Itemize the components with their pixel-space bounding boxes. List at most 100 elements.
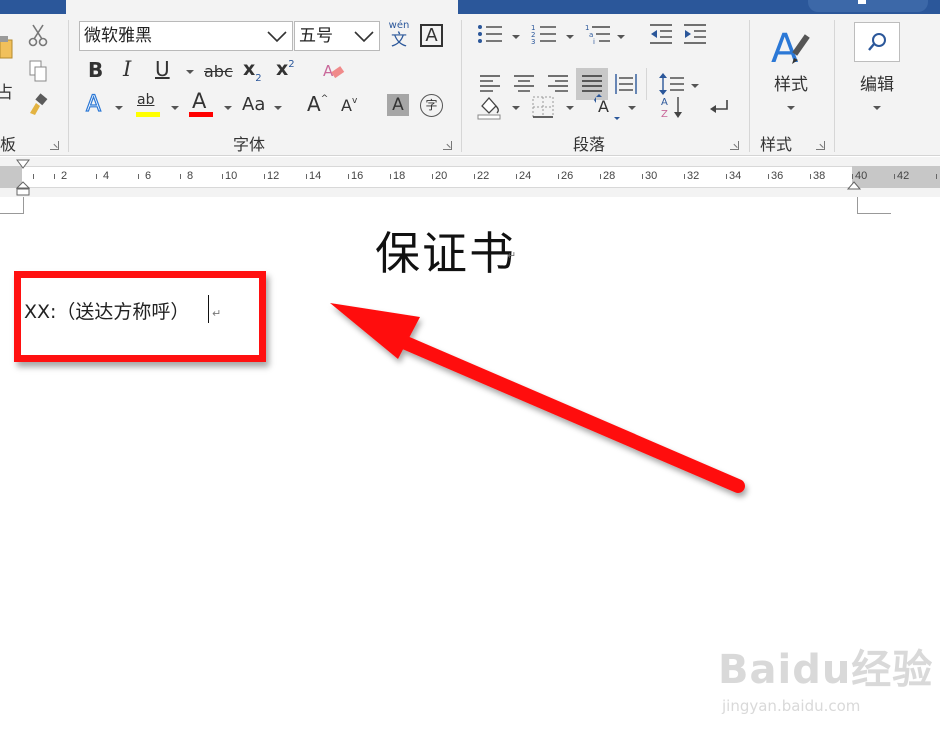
first-line-indent-marker[interactable]	[16, 159, 30, 171]
shading-icon[interactable]	[476, 94, 504, 120]
italic-button[interactable]: I	[123, 57, 131, 81]
ruler-tick	[600, 174, 601, 179]
chevron-down-icon[interactable]	[266, 27, 288, 45]
text-effects-button[interactable]: A	[85, 91, 101, 117]
font-color-button[interactable]: A	[189, 89, 215, 118]
change-case-button[interactable]: Aa	[242, 94, 265, 115]
search-icon	[854, 22, 900, 62]
sort-icon[interactable]: AZ	[660, 94, 686, 120]
distributed-icon[interactable]	[614, 72, 638, 96]
align-right-icon[interactable]	[546, 72, 570, 96]
paste-icon[interactable]	[0, 28, 14, 68]
group-separator	[646, 68, 647, 100]
superscript-x: x	[276, 58, 289, 80]
text-effects-dropdown[interactable]	[115, 106, 123, 110]
character-shading-button[interactable]: A	[387, 94, 409, 116]
change-case-dropdown[interactable]	[274, 106, 282, 110]
font-name-combo[interactable]: 微软雅黑	[79, 21, 293, 51]
ruler-number: 14	[309, 170, 322, 182]
clipboard-launcher[interactable]	[50, 141, 59, 150]
decrease-indent-icon[interactable]	[648, 22, 674, 46]
borders-dropdown[interactable]	[566, 106, 574, 110]
ruler-number: 18	[393, 170, 406, 182]
ruler-number: 38	[813, 170, 826, 182]
home-tab[interactable]	[66, 0, 458, 14]
bold-button[interactable]: B	[88, 58, 103, 82]
shading-dropdown[interactable]	[512, 106, 520, 110]
right-indent-marker[interactable]	[847, 181, 861, 191]
paragraph-launcher[interactable]	[730, 141, 739, 150]
enclose-character-button[interactable]: 字	[420, 94, 443, 117]
character-border-label: A	[425, 25, 438, 46]
increase-indent-icon[interactable]	[682, 22, 708, 46]
copy-icon[interactable]	[26, 58, 50, 84]
editing-button-label: 编辑	[860, 75, 894, 95]
format-painter-icon[interactable]	[26, 92, 50, 118]
numbering-dropdown[interactable]	[566, 35, 574, 39]
ruler-tick	[348, 174, 349, 179]
svg-text:i: i	[593, 38, 595, 46]
horizontal-ruler[interactable]: 2 4 6 8 10 12 14 16 18 20 22 24 26 28 30 32 34 36 38 40 42	[0, 157, 940, 197]
subscript-x: x	[243, 58, 256, 80]
editing-button[interactable]: 编辑	[850, 22, 904, 122]
ruler-number: 20	[435, 170, 448, 182]
styles-button[interactable]: A 样式	[764, 24, 818, 124]
ruler-tick	[138, 174, 139, 179]
ruler-number: 10	[225, 170, 238, 182]
phonetic-guide-button[interactable]: wén 文	[386, 20, 412, 54]
multilevel-list-icon[interactable]: 1ai	[584, 22, 612, 46]
editing-dropdown[interactable]	[873, 106, 881, 110]
font-color-label: A	[192, 89, 207, 113]
hanging-indent-marker[interactable]	[16, 181, 30, 197]
line-spacing-dropdown[interactable]	[691, 84, 699, 88]
character-border-button[interactable]: A	[420, 24, 443, 47]
bullets-icon[interactable]	[476, 22, 504, 46]
ruler-tick	[642, 174, 643, 179]
word-window: { "ribbon": { "clipboard": { "label_part…	[0, 0, 940, 739]
bullets-dropdown[interactable]	[512, 35, 520, 39]
ruler-number: 12	[267, 170, 280, 182]
borders-icon[interactable]	[530, 94, 556, 120]
underline-dropdown[interactable]	[186, 70, 194, 74]
align-left-icon[interactable]	[478, 72, 502, 96]
superscript-button[interactable]: x2	[276, 58, 295, 80]
styles-dropdown[interactable]	[787, 106, 795, 110]
underline-button[interactable]: U	[155, 57, 170, 81]
grow-font-button[interactable]: A^	[307, 92, 328, 116]
ruler-number: 32	[687, 170, 700, 182]
subscript-mark: 2	[255, 73, 262, 84]
svg-text:A: A	[661, 97, 668, 108]
document-page[interactable]: 保证书 ↵ XX:（送达方称呼） ↵ Baidu经验 jingyan.baidu…	[0, 197, 940, 739]
ruler-number: 8	[187, 170, 194, 182]
chinese-layout-icon[interactable]: A	[594, 94, 622, 120]
styles-launcher[interactable]	[816, 141, 825, 150]
shrink-font-button[interactable]: Av	[341, 96, 357, 115]
ribbon: 占 板 微软雅黑 五号 wén 文 A B I U abc x2 x2 A A …	[0, 14, 940, 156]
share-button[interactable]	[808, 0, 928, 12]
chevron-down-icon[interactable]	[353, 27, 375, 45]
font-size-combo[interactable]: 五号	[294, 21, 380, 51]
font-color-dropdown[interactable]	[224, 106, 232, 110]
highlight-dropdown[interactable]	[171, 106, 179, 110]
ruler-number: 2	[61, 170, 68, 182]
line-spacing-icon[interactable]	[658, 72, 686, 96]
font-launcher[interactable]	[443, 141, 452, 150]
svg-text:Z: Z	[661, 109, 668, 120]
highlight-button[interactable]: ab	[136, 92, 162, 118]
clipboard-group-label: 板	[0, 135, 17, 154]
ruler-tick	[54, 174, 55, 179]
cut-icon[interactable]	[26, 22, 50, 48]
multilevel-list-dropdown[interactable]	[617, 35, 625, 39]
ruler-tick	[180, 174, 181, 179]
chinese-layout-dropdown[interactable]	[628, 106, 636, 110]
strikethrough-button[interactable]: abc	[204, 62, 233, 81]
justify-icon[interactable]	[580, 72, 604, 96]
ruler-tick	[768, 174, 769, 179]
numbering-icon[interactable]: 123	[530, 22, 558, 46]
show-hide-marks-icon[interactable]	[706, 96, 732, 118]
font-group-label: 字体	[233, 135, 266, 154]
clear-formatting-icon[interactable]: A	[320, 58, 346, 84]
align-center-icon[interactable]	[512, 72, 536, 96]
subscript-button[interactable]: x2	[243, 58, 262, 84]
highlight-color-bar	[136, 112, 160, 117]
